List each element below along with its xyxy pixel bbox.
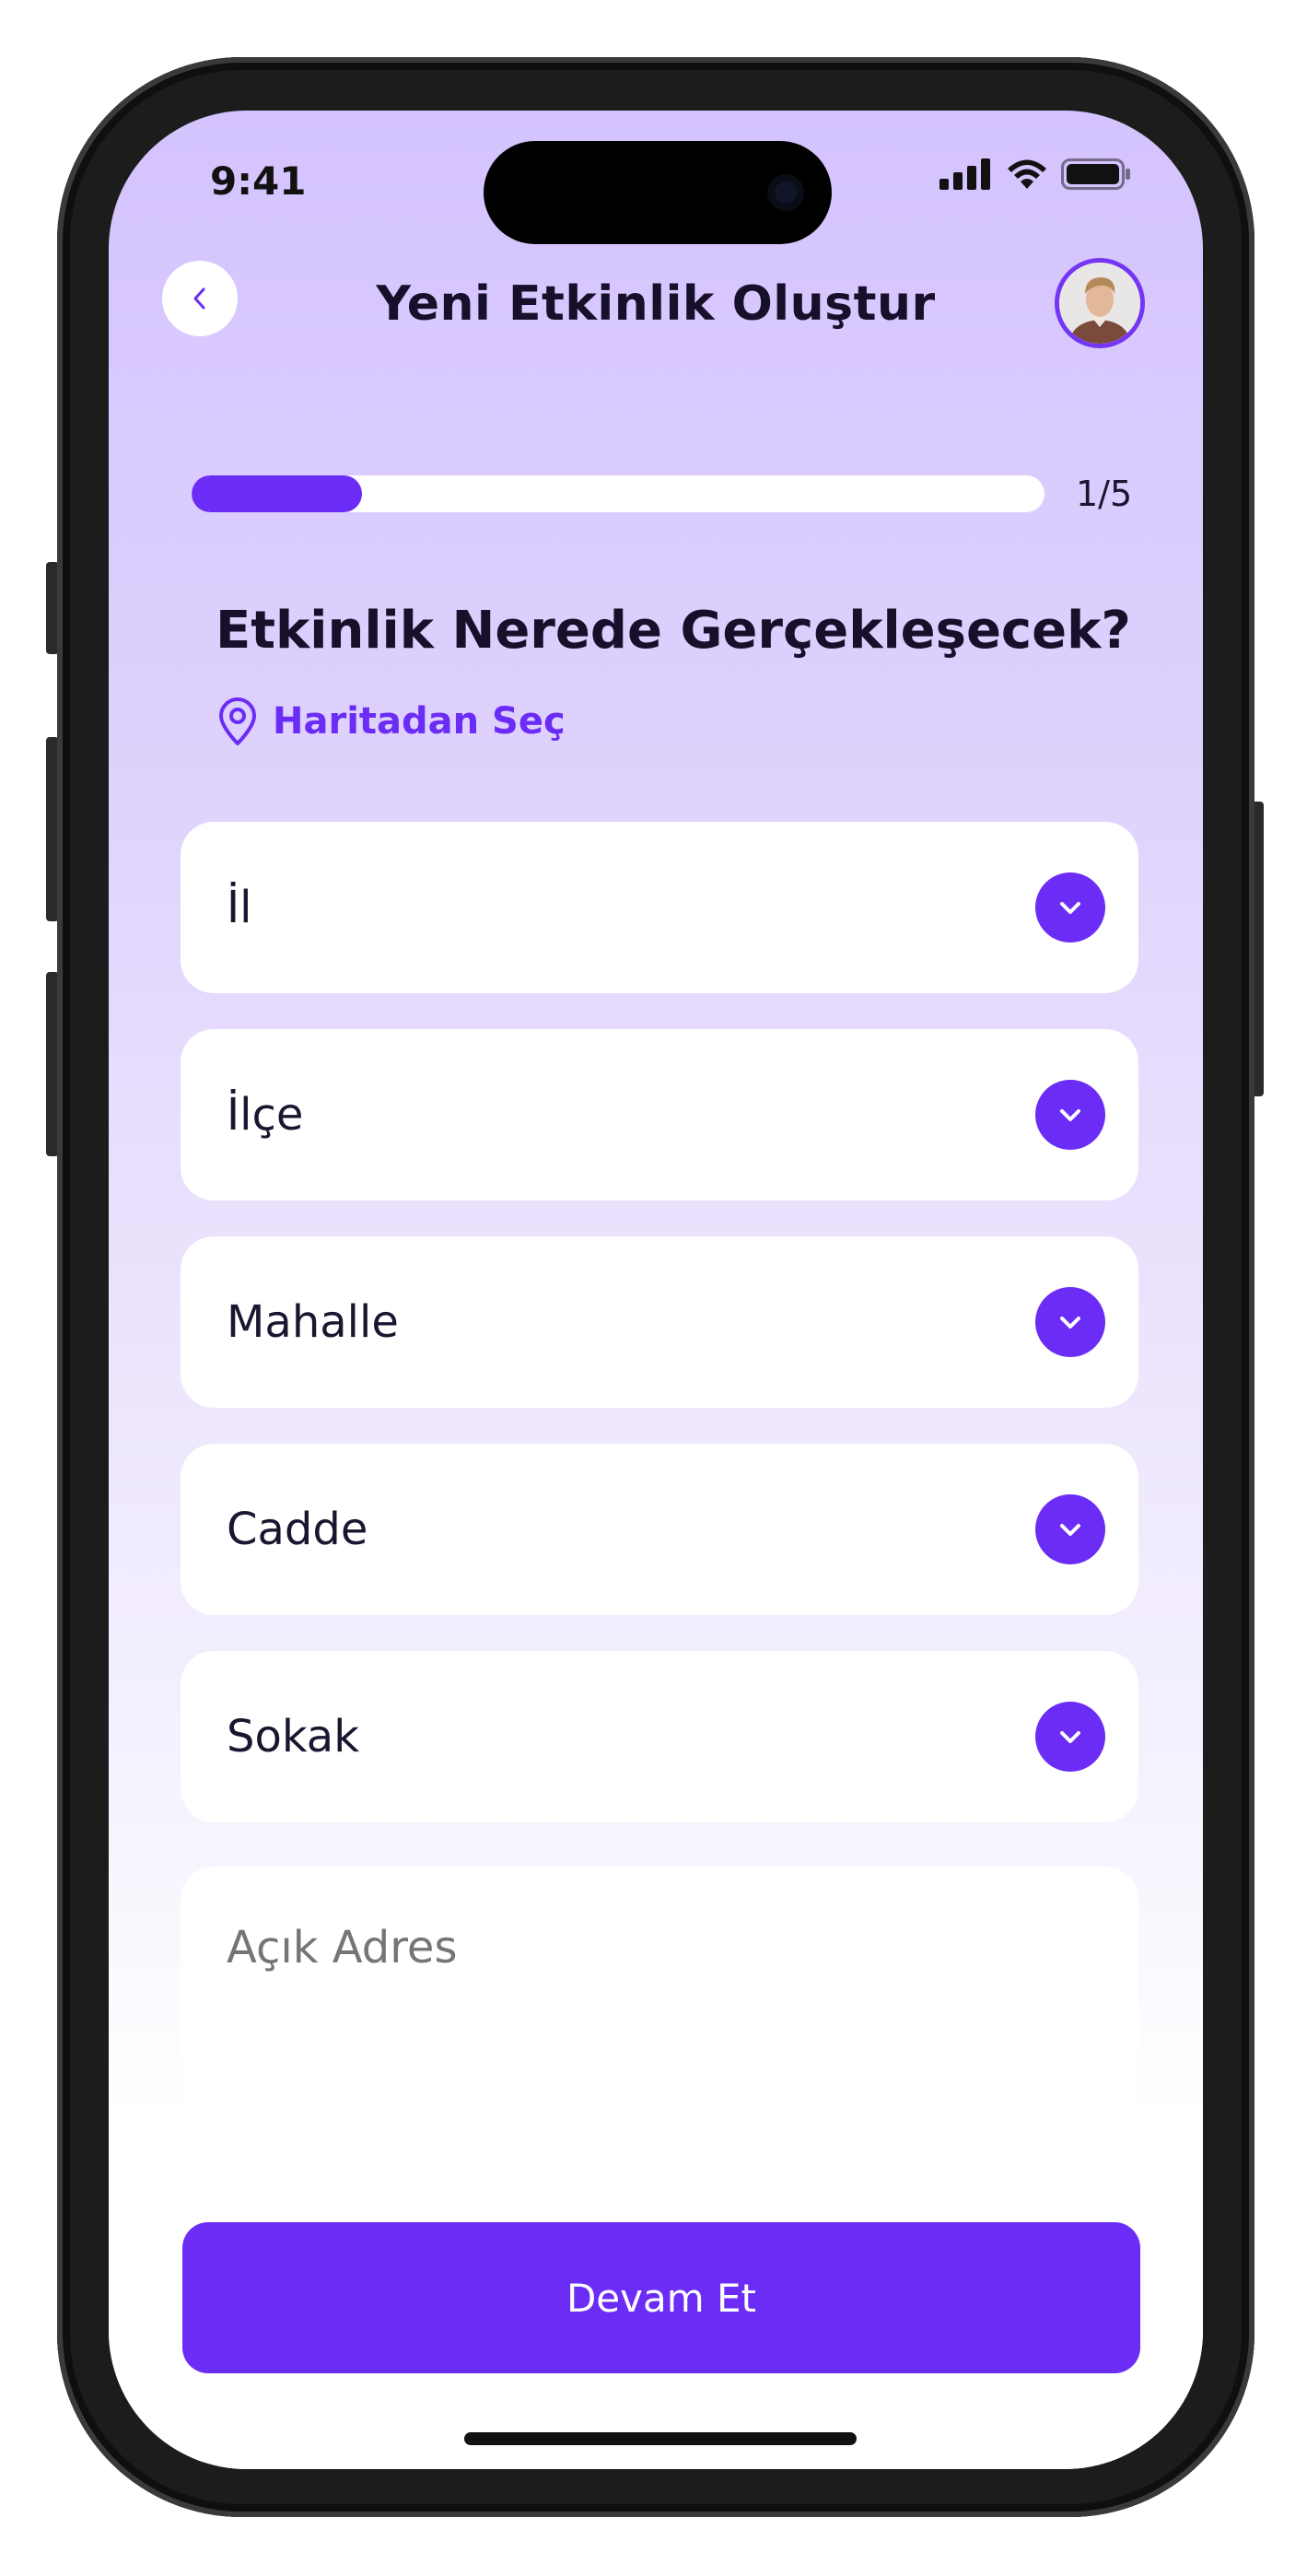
- progress-label: 1/5: [1076, 474, 1133, 514]
- chevron-down-icon: [1060, 1109, 1080, 1121]
- dropdown-toggle[interactable]: [1035, 872, 1105, 943]
- signal-icon: [939, 158, 990, 190]
- continue-button[interactable]: Devam Et: [182, 2222, 1140, 2373]
- camera-icon: [767, 174, 804, 211]
- dropdown-ilce[interactable]: İlçe: [181, 1029, 1138, 1200]
- wifi-icon: [1008, 159, 1046, 189]
- progress-fill: [192, 475, 363, 512]
- dropdown-cadde[interactable]: Cadde: [181, 1444, 1138, 1615]
- user-avatar-icon: [1059, 263, 1140, 344]
- avatar[interactable]: [1055, 258, 1145, 348]
- app-screen: 9:41 Yeni Etkinlik Oluştur 1/5 Etkinlik …: [109, 111, 1203, 2469]
- dropdown-toggle[interactable]: [1035, 1702, 1105, 1772]
- dropdown-sokak[interactable]: Sokak: [181, 1651, 1138, 1822]
- dropdown-mahalle[interactable]: Mahalle: [181, 1236, 1138, 1408]
- dropdown-toggle[interactable]: [1035, 1287, 1105, 1357]
- dropdown-toggle[interactable]: [1035, 1080, 1105, 1150]
- progress-bar: [192, 475, 1044, 512]
- home-indicator[interactable]: [464, 2432, 857, 2445]
- question-title: Etkinlik Nerede Gerçekleşecek?: [216, 601, 1131, 661]
- page-title: Yeni Etkinlik Oluştur: [376, 276, 936, 332]
- status-icons: [939, 158, 1131, 190]
- dropdown-il[interactable]: İl: [181, 822, 1138, 993]
- map-pin-icon: [219, 697, 256, 745]
- chevron-down-icon: [1060, 1731, 1080, 1743]
- dropdown-label: İl: [227, 882, 252, 933]
- dynamic-island: [484, 141, 832, 244]
- dropdown-label: Cadde: [227, 1504, 368, 1555]
- dropdown-toggle[interactable]: [1035, 1494, 1105, 1564]
- chevron-down-icon: [1060, 1317, 1080, 1329]
- battery-icon: [1061, 158, 1130, 190]
- select-from-map-link[interactable]: Haritadan Seç: [216, 697, 566, 746]
- chevron-down-icon: [1060, 1524, 1080, 1536]
- dropdown-label: Mahalle: [227, 1296, 399, 1348]
- status-time: 9:41: [210, 158, 307, 204]
- chevron-down-icon: [1060, 902, 1080, 914]
- select-from-map-label: Haritadan Seç: [273, 700, 566, 743]
- dropdown-label: İlçe: [227, 1089, 304, 1141]
- dropdown-label: Sokak: [227, 1711, 359, 1762]
